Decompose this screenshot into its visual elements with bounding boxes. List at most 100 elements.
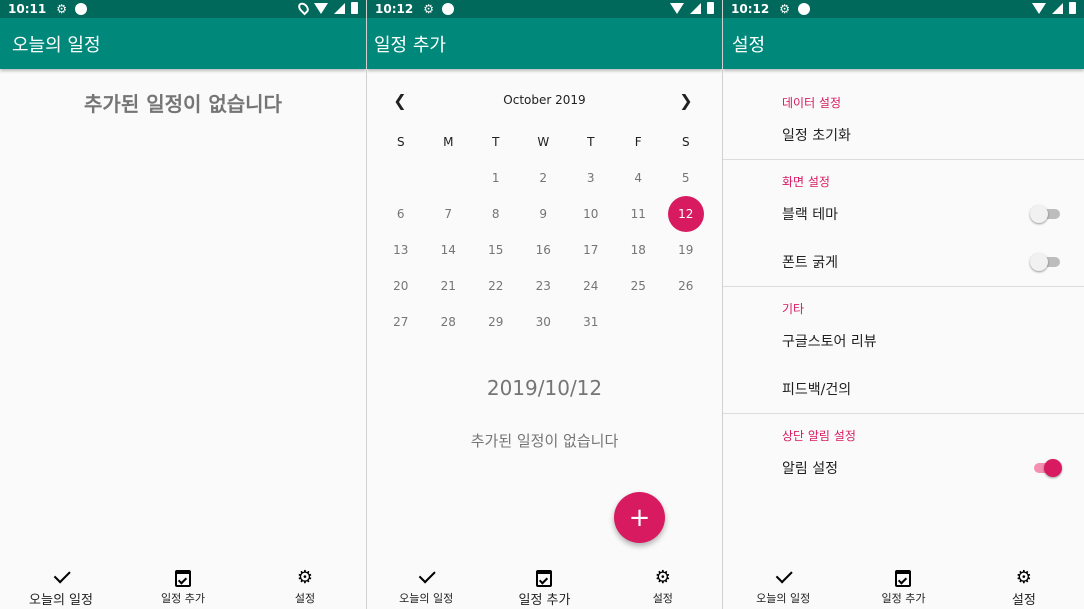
calendar-weekday-row: SMTWTFS xyxy=(377,124,717,160)
calendar-grid: S M T W T F S 1 2 3 4 5 6 7 8 9 10 11 12 13 14 15 16 17 18 19 20 21… xyxy=(377,124,717,340)
calendar-day[interactable]: 22 xyxy=(472,268,520,304)
calendar-day[interactable]: 24 xyxy=(567,268,615,304)
calendar-day[interactable]: 6 xyxy=(377,196,425,232)
nav-today[interactable]: 오늘의 일정 xyxy=(723,561,843,609)
calendar-day[interactable]: 4 xyxy=(615,160,663,196)
nav-add[interactable]: 일정 추가 xyxy=(122,561,244,609)
calendar-day[interactable]: 27 xyxy=(377,304,425,340)
calendar-day[interactable]: 3 xyxy=(567,160,615,196)
nav-label: 설정 xyxy=(1011,593,1036,608)
bottom-navigation: 오늘의 일정 일정 추가 ⚙ 설정 xyxy=(723,561,1084,609)
settings-item-label: 피드백/건의 xyxy=(782,382,852,398)
selected-date: 2019/10/12 xyxy=(486,376,603,400)
calendar-day[interactable]: 16 xyxy=(520,232,568,268)
calendar-day[interactable]: 13 xyxy=(377,232,425,268)
settings-item[interactable]: 일정 초기화 xyxy=(723,111,1084,159)
nav-add[interactable]: 일정 추가 xyxy=(843,561,963,609)
calendar-day[interactable]: 15 xyxy=(472,232,520,268)
nav-add[interactable]: 일정 추가 xyxy=(485,561,603,609)
nav-label: 일정 추가 xyxy=(161,592,205,605)
calendar-week-row: 20 21 22 23 24 25 26 xyxy=(377,268,717,304)
calendar-day[interactable]: 5 xyxy=(662,160,710,196)
calendar-day[interactable]: 8 xyxy=(472,196,520,232)
calendar-day[interactable]: 14 xyxy=(425,232,473,268)
calendar-month-label: October 2019 xyxy=(503,93,586,107)
settings-status-icon: ⚙ xyxy=(779,2,790,16)
app-bar: 설정 xyxy=(723,18,1084,69)
calendar-day-label: 19 xyxy=(678,243,694,257)
wifi-icon xyxy=(314,2,328,14)
nav-settings[interactable]: ⚙ 설정 xyxy=(244,561,366,609)
calendar-day[interactable]: 10 xyxy=(567,196,615,232)
calendar-day[interactable]: 18 xyxy=(615,232,663,268)
settings-item-label: 블랙 테마 xyxy=(782,207,838,223)
calendar-day[interactable]: 23 xyxy=(520,268,568,304)
calendar-day[interactable]: 2 xyxy=(520,160,568,196)
calendar-weekday: W xyxy=(537,135,550,149)
calendar-day-label: 14 xyxy=(440,243,456,257)
chevron-right-icon[interactable]: ❯ xyxy=(676,90,696,110)
calendar-day-label: 15 xyxy=(488,243,504,257)
calendar-day-label: 29 xyxy=(488,315,504,329)
calendar-day[interactable]: 21 xyxy=(425,268,473,304)
nav-today[interactable]: 오늘의 일정 xyxy=(367,561,485,609)
signal-icon xyxy=(334,2,345,14)
calendar-week-row: 6 7 8 9 10 11 12 xyxy=(377,196,717,232)
calendar-weekday: F xyxy=(634,135,642,149)
toggle-switch[interactable] xyxy=(1032,458,1062,478)
calendar-day-label: 28 xyxy=(440,315,456,329)
calendar-day[interactable]: 26 xyxy=(662,268,710,304)
chevron-left-icon[interactable]: ❮ xyxy=(390,90,410,110)
nav-label: 설정 xyxy=(652,592,673,605)
toggle-switch[interactable] xyxy=(1030,252,1062,272)
calendar-day[interactable]: 9 xyxy=(520,196,568,232)
wifi-icon xyxy=(1032,2,1046,14)
screen-add: 10:12 ⚙ 일정 추가 ❮ October 2019 ❯ SMTWTFS12… xyxy=(367,0,723,609)
nav-label: 오늘의 일정 xyxy=(29,593,93,608)
status-time: 10:11 xyxy=(8,2,47,16)
calendar-day-label: 8 xyxy=(491,207,500,221)
calendar-empty-cell xyxy=(615,304,663,340)
calendar-day-label: 5 xyxy=(681,171,690,185)
settings-item[interactable]: 피드백/건의 xyxy=(723,365,1084,413)
calendar-weekday: M xyxy=(443,135,454,149)
settings-status-icon: ⚙ xyxy=(56,2,67,16)
calendar-day[interactable]: 19 xyxy=(662,232,710,268)
calendar-day[interactable]: 25 xyxy=(615,268,663,304)
location-icon xyxy=(296,0,311,16)
nav-settings[interactable]: ⚙ 설정 xyxy=(964,561,1084,609)
screen-today: 10:11 ⚙ 오늘의 일정 추가된 일정이 없습니다 오늘의 일정 일정 추가 xyxy=(0,0,367,609)
calendar-day[interactable]: 12 xyxy=(662,196,710,232)
nav-today[interactable]: 오늘의 일정 xyxy=(0,561,122,609)
settings-item[interactable]: 블랙 테마 xyxy=(723,190,1084,238)
calendar-day-label: 7 xyxy=(444,207,453,221)
calendar-day-label: 17 xyxy=(583,243,599,257)
calendar-day[interactable]: 31 xyxy=(567,304,615,340)
toggle-switch[interactable] xyxy=(1030,204,1062,224)
add-schedule-button[interactable]: + xyxy=(614,492,665,543)
calendar-day-label: 30 xyxy=(535,315,551,329)
calendar-weekday: S xyxy=(396,135,405,149)
signal-icon xyxy=(690,2,701,14)
settings-item[interactable]: 구글스토어 리뷰 xyxy=(723,317,1084,365)
notification-dot-icon xyxy=(74,3,87,15)
calendar-day[interactable]: 11 xyxy=(615,196,663,232)
calendar-empty-cell xyxy=(377,160,425,196)
calendar-day[interactable]: 7 xyxy=(425,196,473,232)
calendar-weekday: T xyxy=(492,135,500,149)
calendar-day[interactable]: 29 xyxy=(472,304,520,340)
nav-label: 오늘의 일정 xyxy=(756,592,811,605)
settings-item[interactable]: 폰트 굵게 xyxy=(723,238,1084,286)
calendar-day-label: 10 xyxy=(583,207,599,221)
calendar-day[interactable]: 1 xyxy=(472,160,520,196)
calendar-day-label: 3 xyxy=(586,171,595,185)
nav-settings[interactable]: ⚙ 설정 xyxy=(604,561,722,609)
calendar-day[interactable]: 17 xyxy=(567,232,615,268)
calendar-day[interactable]: 28 xyxy=(425,304,473,340)
settings-item[interactable]: 알림 설정 xyxy=(723,444,1084,492)
app-bar: 오늘의 일정 xyxy=(0,18,366,69)
calendar-day[interactable]: 20 xyxy=(377,268,425,304)
battery-icon xyxy=(707,2,714,14)
calendar-day[interactable]: 30 xyxy=(520,304,568,340)
check-icon xyxy=(53,565,71,587)
